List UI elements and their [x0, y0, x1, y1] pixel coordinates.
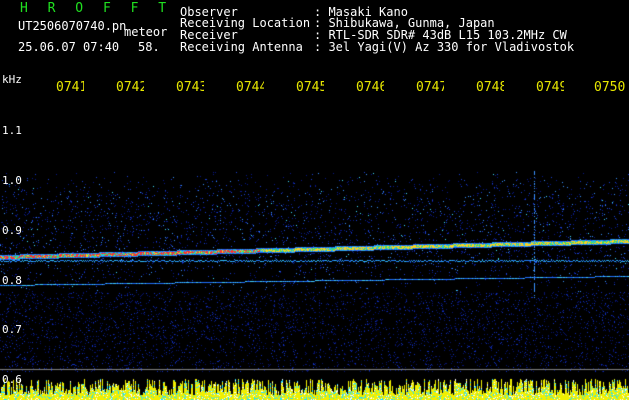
spectrogram: [0, 98, 629, 400]
program-title: H R O F F T: [20, 1, 173, 16]
datetime-label: 25.06.07 07:40: [18, 40, 120, 54]
axis-unit: kHz: [2, 73, 22, 86]
time-tick: 0746: [356, 80, 384, 95]
time-tick: 0748: [476, 80, 504, 95]
antenna-label: Receiving Antenna: [180, 40, 303, 54]
antenna-value: : 3el Yagi(V) Az 330 for Vladivostok: [314, 40, 575, 54]
time-tick: 0747: [416, 80, 444, 95]
axis-tick: 1.0: [2, 174, 22, 187]
time-tick: 0741: [56, 80, 84, 95]
type-label: meteor: [124, 25, 168, 39]
axis-tick: 1.1: [2, 124, 22, 137]
axis-tick: 0.6: [2, 373, 22, 386]
time-tick: 0749: [536, 80, 564, 95]
time-tick: 0742: [116, 80, 144, 95]
time-tick: 0750: [594, 80, 626, 95]
axis-tick: 0.8: [2, 274, 22, 287]
time-tick: 0743: [176, 80, 204, 95]
count-label: 58.: [138, 40, 160, 54]
axis-tick: 0.7: [2, 323, 22, 336]
axis-tick: 0.9: [2, 224, 22, 237]
time-tick: 0744: [236, 80, 264, 95]
filename-label: UT2506070740.pn: [18, 19, 127, 33]
time-tick: 0745: [296, 80, 324, 95]
